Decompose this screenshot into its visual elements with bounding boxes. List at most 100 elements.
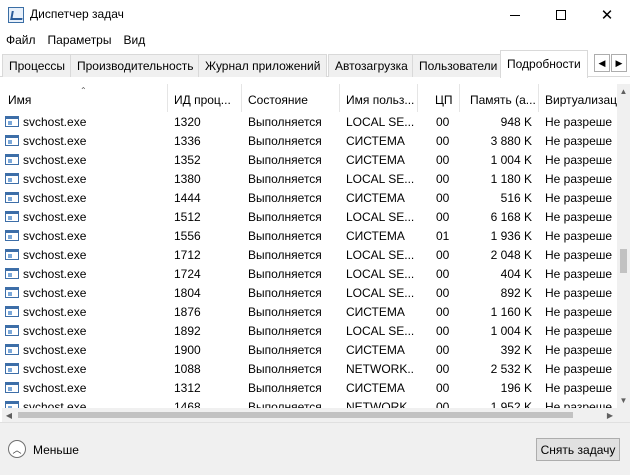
process-status: Выполняется: [248, 248, 322, 262]
table-row[interactable]: svchost.exe 1556 Выполняется СИСТЕМА 01 1 936…: [2, 226, 617, 245]
process-memory: 2 048 K: [490, 248, 532, 262]
process-virtualization: Не разреше: [545, 191, 613, 205]
window-title: Диспетчер задач: [30, 7, 124, 21]
table-row[interactable]: svchost.exe 1900 Выполняется СИСТЕМА 00 392 K…: [2, 340, 617, 359]
column-header-cpu[interactable]: ЦП: [418, 84, 460, 112]
process-user: LOCAL SE...: [346, 286, 414, 300]
process-cpu: 00: [436, 305, 450, 319]
process-name: svchost.exe: [23, 400, 87, 408]
process-status: Выполняется: [248, 172, 322, 186]
process-id: 1312: [174, 381, 201, 395]
table-row[interactable]: svchost.exe 1088 Выполняется NETWORK... 00 2 …: [2, 359, 617, 378]
tab-details[interactable]: Подробности: [500, 50, 588, 78]
process-virtualization: Не разреше: [545, 286, 613, 300]
close-button[interactable]: ✕: [584, 0, 630, 30]
process-status: Выполняется: [248, 153, 322, 167]
table-row[interactable]: svchost.exe 1380 Выполняется LOCAL SE... 00 1…: [2, 169, 617, 188]
tab-startup[interactable]: Автозагрузка: [328, 54, 415, 77]
column-header-name[interactable]: ⌃ Имя: [2, 84, 168, 112]
process-name: svchost.exe: [23, 381, 87, 395]
tab-app-history[interactable]: Журнал приложений: [198, 54, 328, 77]
maximize-button[interactable]: [538, 0, 584, 30]
process-memory: 1 180 K: [490, 172, 532, 186]
menu-bar: Файл Параметры Вид: [0, 30, 630, 50]
process-window-icon: [5, 363, 19, 374]
arrow-right-icon: ▶: [615, 57, 623, 68]
process-rows: svchost.exe 1320 Выполняется LOCAL SE... 00 9…: [2, 112, 617, 408]
process-window-icon: [5, 325, 19, 336]
process-id: 1512: [174, 210, 201, 224]
horizontal-scroll-thumb[interactable]: [18, 412, 573, 418]
tab-performance[interactable]: Производительность: [70, 54, 201, 77]
process-cpu: 00: [436, 324, 450, 338]
fewer-details-link[interactable]: Меньше: [33, 443, 79, 457]
process-memory: 404 K: [500, 267, 532, 281]
column-header-user[interactable]: Имя польз...: [340, 84, 418, 112]
table-row[interactable]: svchost.exe 1444 Выполняется СИСТЕМА 00 516 K…: [2, 188, 617, 207]
menu-options[interactable]: Параметры: [42, 30, 118, 50]
scroll-down-icon[interactable]: ▼: [617, 393, 630, 408]
table-row[interactable]: svchost.exe 1712 Выполняется LOCAL SE... 00 2…: [2, 245, 617, 264]
chevron-up-circle-icon[interactable]: ︿: [8, 440, 26, 458]
process-memory: 1 004 K: [490, 324, 532, 338]
process-name: svchost.exe: [23, 286, 87, 300]
process-window-icon: [5, 268, 19, 279]
process-name: svchost.exe: [23, 134, 87, 148]
horizontal-scrollbar[interactable]: ◀ ▶: [2, 408, 617, 422]
process-virtualization: Не разреше: [545, 210, 613, 224]
tab-scroll-left-button[interactable]: ◀: [594, 54, 610, 72]
minimize-button[interactable]: [492, 0, 538, 30]
column-header-pid[interactable]: ИД проц...: [168, 84, 242, 112]
process-user: LOCAL SE...: [346, 172, 414, 186]
table-row[interactable]: svchost.exe 1336 Выполняется СИСТЕМА 00 3 880…: [2, 131, 617, 150]
process-table: ⌃ Имя ИД проц... Состояние Имя польз... …: [2, 84, 617, 408]
process-name: svchost.exe: [23, 305, 87, 319]
vertical-scroll-thumb[interactable]: [620, 249, 627, 273]
scroll-right-icon[interactable]: ▶: [603, 408, 617, 422]
process-name: svchost.exe: [23, 343, 87, 357]
process-user: СИСТЕМА: [346, 229, 405, 243]
process-id: 1468: [174, 400, 201, 408]
process-memory: 516 K: [500, 191, 532, 205]
column-header-label: Память (а...: [470, 93, 536, 107]
process-name: svchost.exe: [23, 229, 87, 243]
menu-view[interactable]: Вид: [117, 30, 151, 50]
process-window-icon: [5, 306, 19, 317]
column-header-virtualization[interactable]: Виртуализац: [539, 84, 617, 112]
process-id: 1380: [174, 172, 201, 186]
process-virtualization: Не разреше: [545, 248, 613, 262]
column-header-label: ЦП: [435, 93, 453, 107]
column-header-label: Состояние: [248, 93, 308, 107]
process-cpu: 00: [436, 286, 450, 300]
table-row[interactable]: svchost.exe 1724 Выполняется LOCAL SE... 00 4…: [2, 264, 617, 283]
process-name: svchost.exe: [23, 153, 87, 167]
process-cpu: 00: [436, 362, 450, 376]
table-row[interactable]: svchost.exe 1352 Выполняется СИСТЕМА 00 1 004…: [2, 150, 617, 169]
process-memory: 948 K: [500, 115, 532, 129]
task-manager-icon: [8, 7, 24, 23]
table-row[interactable]: svchost.exe 1312 Выполняется СИСТЕМА 00 196 K…: [2, 378, 617, 397]
vertical-scrollbar[interactable]: ▲ ▼: [617, 84, 630, 408]
table-row[interactable]: svchost.exe 1468 Выполняется NETWORK... 00 1 …: [2, 397, 617, 408]
tab-users[interactable]: Пользователи: [412, 54, 505, 77]
table-row[interactable]: svchost.exe 1804 Выполняется LOCAL SE... 00 8…: [2, 283, 617, 302]
process-id: 1088: [174, 362, 201, 376]
process-cpu: 00: [436, 248, 450, 262]
table-row[interactable]: svchost.exe 1876 Выполняется СИСТЕМА 00 1 160…: [2, 302, 617, 321]
process-window-icon: [5, 116, 19, 127]
process-virtualization: Не разреше: [545, 343, 613, 357]
process-status: Выполняется: [248, 191, 322, 205]
tab-scroll-right-button[interactable]: ▶: [611, 54, 627, 72]
table-row[interactable]: svchost.exe 1320 Выполняется LOCAL SE... 00 9…: [2, 112, 617, 131]
scroll-up-icon[interactable]: ▲: [617, 84, 630, 99]
column-header-memory[interactable]: Память (а...: [460, 84, 539, 112]
process-id: 1712: [174, 248, 201, 262]
process-status: Выполняется: [248, 324, 322, 338]
table-row[interactable]: svchost.exe 1512 Выполняется LOCAL SE... 00 6…: [2, 207, 617, 226]
table-row[interactable]: svchost.exe 1892 Выполняется LOCAL SE... 00 1…: [2, 321, 617, 340]
end-task-button[interactable]: Снять задачу: [536, 438, 620, 461]
tab-processes[interactable]: Процессы: [2, 54, 73, 77]
menu-file[interactable]: Файл: [0, 30, 42, 50]
column-header-status[interactable]: Состояние: [242, 84, 340, 112]
scroll-left-icon[interactable]: ◀: [2, 408, 16, 422]
